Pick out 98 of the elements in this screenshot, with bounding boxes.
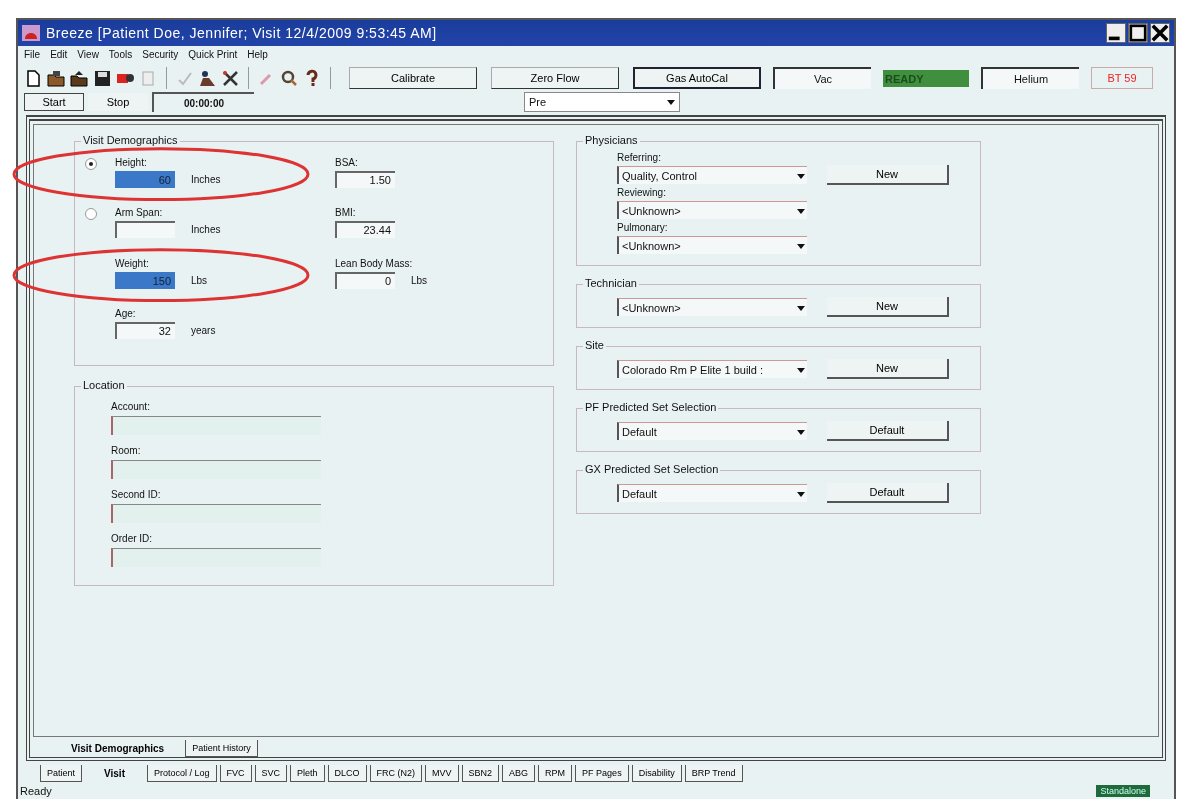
tab[interactable]: Patient: [40, 765, 83, 782]
tab[interactable]: DLCO: [327, 765, 367, 782]
field-label: Age:: [115, 307, 136, 319]
field-label: Pulmonary:: [617, 222, 669, 233]
menu-item[interactable]: Edit: [50, 49, 68, 60]
tab[interactable]: Patient History: [185, 740, 258, 757]
field-label: Order ID:: [111, 533, 154, 544]
radio-button[interactable]: [85, 158, 97, 170]
text-field[interactable]: [111, 548, 321, 567]
group-title: Physicians: [583, 134, 640, 146]
number-field[interactable]: 1.50: [335, 171, 395, 188]
action-button[interactable]: New: [827, 165, 949, 185]
number-field[interactable]: 60: [115, 171, 175, 188]
dropdown[interactable]: <Unknown>: [617, 201, 807, 219]
magnifier-icon[interactable]: [280, 68, 299, 88]
text-field[interactable]: [111, 504, 321, 523]
field-label: Weight:: [115, 257, 149, 269]
group-title: Visit Demographics: [81, 134, 180, 146]
tab[interactable]: BRP Trend: [684, 765, 743, 782]
field-label: Account:: [111, 401, 151, 412]
field-label: Referring:: [617, 152, 662, 163]
menu-item[interactable]: Security: [142, 49, 179, 60]
menu-item[interactable]: Quick Print: [188, 49, 238, 60]
toolbar-button[interactable]: Zero Flow: [491, 67, 619, 89]
group-title: Technician: [583, 277, 639, 289]
action-button[interactable]: Default: [827, 483, 949, 503]
action-button[interactable]: Default: [827, 421, 949, 441]
tab[interactable]: MVV: [425, 765, 459, 782]
text-field[interactable]: [111, 416, 321, 435]
group-title: GX Predicted Set Selection: [583, 463, 721, 475]
menu-item[interactable]: Tools: [108, 49, 133, 60]
tab[interactable]: FRC (N2): [369, 765, 423, 782]
stop-button[interactable]: Stop: [88, 93, 148, 111]
number-field[interactable]: 0: [335, 271, 395, 289]
text-field[interactable]: [111, 460, 321, 479]
field-label: BSA:: [335, 157, 358, 168]
action-button[interactable]: New: [827, 297, 949, 317]
timer-display: 00:00:00: [152, 92, 254, 112]
dropdown[interactable]: Default: [617, 422, 807, 440]
tab[interactable]: RPM: [538, 765, 573, 782]
toolbar-button[interactable]: Calibrate: [349, 67, 477, 89]
field-label: Reviewing:: [617, 187, 667, 198]
dropdown[interactable]: Default: [617, 484, 807, 502]
tab[interactable]: ABG: [502, 765, 536, 782]
status-indicator: READY: [883, 69, 969, 87]
folder-icon[interactable]: [70, 68, 89, 88]
phase-dropdown[interactable]: Pre: [524, 92, 680, 112]
person-icon[interactable]: [198, 68, 217, 88]
minimize-icon[interactable]: [1106, 23, 1126, 43]
number-field[interactable]: 32: [115, 321, 175, 339]
radio-button[interactable]: [85, 208, 97, 221]
menu-item[interactable]: Help: [247, 49, 268, 60]
unit-label: Inches: [191, 224, 221, 236]
gas-indicator: Helium: [981, 67, 1079, 89]
tab[interactable]: Protocol / Log: [146, 765, 217, 782]
mode-indicator: Standalone: [1096, 785, 1150, 797]
action-button[interactable]: New: [827, 359, 949, 379]
field-label: Second ID:: [111, 489, 162, 500]
field-label: Lean Body Mass:: [335, 257, 413, 269]
maximize-icon[interactable]: [1128, 23, 1148, 43]
group-title: Location: [81, 379, 127, 391]
unit-label: years: [191, 324, 216, 336]
tab[interactable]: Disability: [631, 765, 682, 782]
number-field[interactable]: [115, 221, 175, 239]
status-text: Ready: [20, 785, 52, 797]
menu-item[interactable]: File: [24, 49, 41, 60]
tab[interactable]: SVC: [254, 765, 288, 782]
field-label: Arm Span:: [115, 207, 163, 219]
close-icon[interactable]: [1150, 23, 1170, 43]
unit-label: Inches: [191, 174, 221, 185]
field-label: BMI:: [335, 207, 356, 219]
unit-label: Lbs: [411, 274, 428, 286]
gas-indicator: Vac: [773, 67, 871, 89]
group-title: PF Predicted Set Selection: [583, 401, 719, 413]
field-label: Room:: [111, 445, 142, 456]
dropdown[interactable]: <Unknown>: [617, 298, 807, 316]
tab[interactable]: SBN2: [461, 765, 500, 782]
dropdown[interactable]: Quality, Control: [617, 166, 807, 184]
toolbar-button[interactable]: Gas AutoCal: [633, 67, 761, 89]
field-label: Height:: [115, 157, 147, 168]
tab[interactable]: FVC: [219, 765, 252, 782]
menu-item[interactable]: View: [77, 49, 99, 60]
group-title: Site: [583, 339, 606, 351]
unit-label: Lbs: [191, 274, 208, 286]
tab[interactable]: PF Pages: [575, 765, 629, 782]
save-icon[interactable]: [93, 68, 112, 88]
dropdown[interactable]: Colorado Rm P Elite 1 build :: [617, 360, 807, 378]
app-icon: [22, 25, 40, 41]
number-field[interactable]: 150: [115, 271, 175, 289]
tools-icon[interactable]: [221, 68, 240, 88]
window-title: Breeze [Patient Doe, Jennifer; Visit 12/4/2009 9:53:45 AM]: [46, 25, 437, 41]
status-indicator: BT 59: [1091, 67, 1153, 89]
document-icon[interactable]: [24, 68, 43, 88]
dropdown[interactable]: <Unknown>: [617, 236, 807, 254]
number-field[interactable]: 23.44: [335, 221, 395, 239]
folder-icon[interactable]: [47, 68, 66, 88]
start-button[interactable]: Start: [24, 93, 84, 111]
tab[interactable]: Pleth: [290, 765, 325, 782]
